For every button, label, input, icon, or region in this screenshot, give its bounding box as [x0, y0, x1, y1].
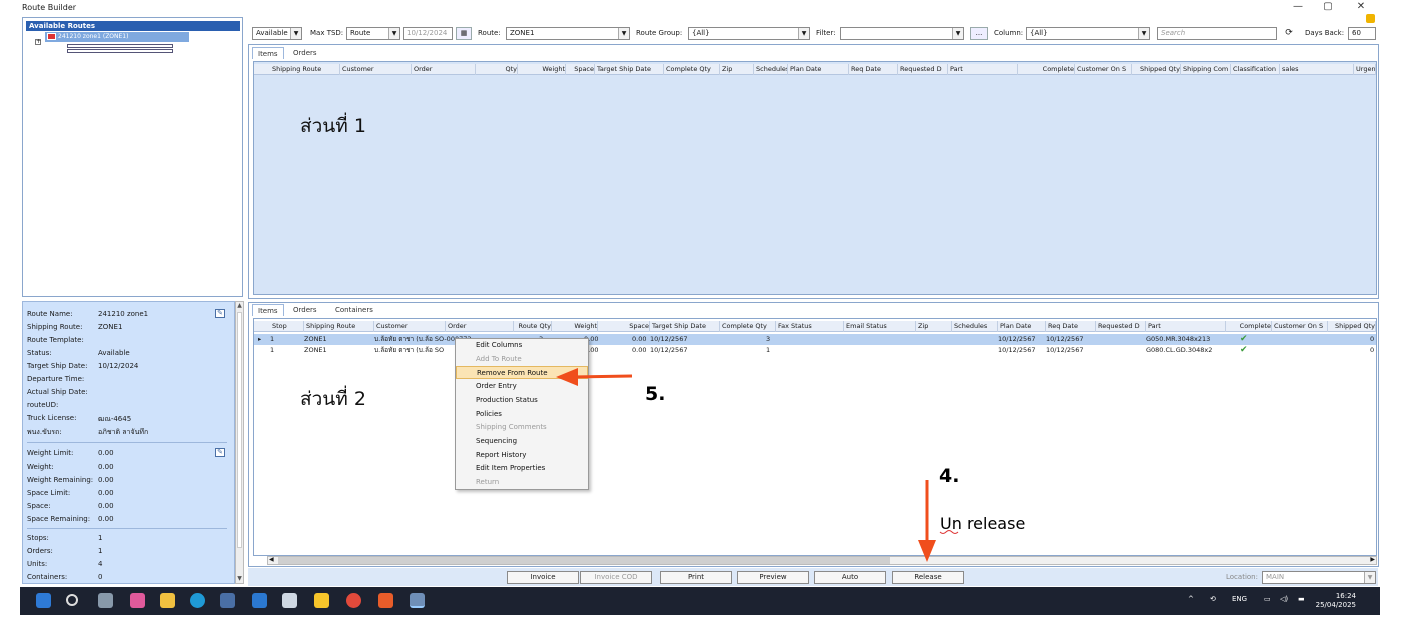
- arrow-to-release-button: [918, 480, 936, 562]
- volume-icon[interactable]: ◁): [1280, 595, 1288, 603]
- store-icon[interactable]: [220, 593, 235, 608]
- network-icon[interactable]: ⟲: [1210, 595, 1216, 603]
- sticky-notes-icon[interactable]: [314, 593, 329, 608]
- route-builder-app-icon[interactable]: [410, 593, 425, 608]
- step-5-label: 5.: [645, 383, 666, 405]
- system-clock[interactable]: 16:24 25/04/2025: [1316, 592, 1356, 610]
- arrow-to-remove-from-route: [556, 368, 633, 386]
- battery-icon[interactable]: ▬: [1298, 595, 1305, 603]
- windows-start-icon[interactable]: [36, 593, 51, 608]
- clock-time: 16:24: [1335, 592, 1356, 600]
- search-icon[interactable]: [66, 594, 78, 606]
- display-icon[interactable]: ▭: [1264, 595, 1271, 603]
- task-view-icon[interactable]: [98, 593, 113, 608]
- annotation-overlay: [556, 368, 959, 562]
- language-indicator[interactable]: ENG: [1232, 595, 1247, 603]
- step-4-label: 4.: [939, 465, 960, 487]
- taskbar: ^ ⟲ ENG ▭ ◁) ▬ 16:24 25/04/2025: [20, 587, 1380, 615]
- tray-chevron-icon[interactable]: ^: [1188, 595, 1194, 603]
- outlook-icon[interactable]: [252, 593, 267, 608]
- app-icon[interactable]: [282, 593, 297, 608]
- edge-icon[interactable]: [190, 593, 205, 608]
- app-icon[interactable]: [130, 593, 145, 608]
- app-icon[interactable]: [378, 593, 393, 608]
- unrelease-label: Un release: [940, 514, 1026, 533]
- chrome-icon[interactable]: [346, 593, 361, 608]
- file-explorer-icon[interactable]: [160, 593, 175, 608]
- clock-date: 25/04/2025: [1315, 601, 1356, 609]
